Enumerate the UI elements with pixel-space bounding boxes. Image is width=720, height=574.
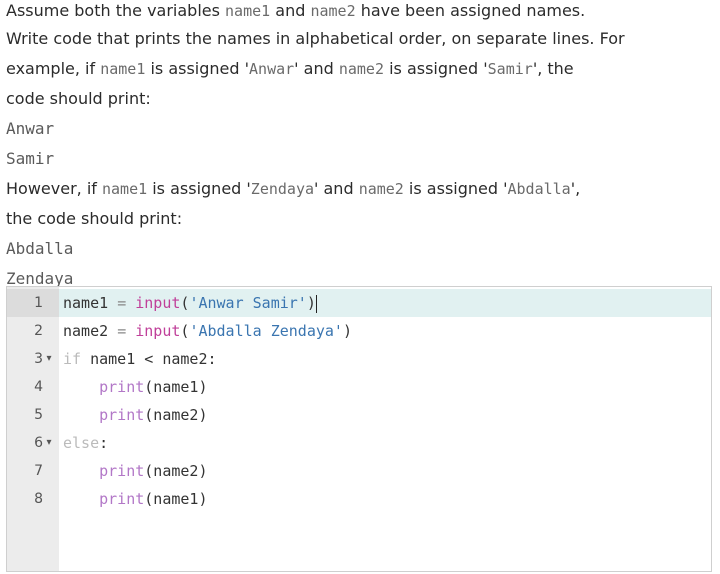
example-output-1a: Anwar <box>6 119 55 138</box>
builtin-function: print <box>99 462 145 480</box>
fold-toggle-icon[interactable]: ▾ <box>43 345 55 373</box>
prompt-text: ' and <box>294 59 339 78</box>
punctuation: : <box>99 434 109 452</box>
prompt-text: have been assigned names. <box>355 1 586 20</box>
code-text[interactable]: name2 = input('Abdalla Zendaya') <box>63 317 352 345</box>
line-number: 6 <box>34 435 43 451</box>
example-output-2a: Abdalla <box>6 239 74 258</box>
prompt-line-2: Write code that prints the names in alph… <box>6 29 625 48</box>
prompt-line-1: Assume both the variables name1 and name… <box>6 0 712 24</box>
expression: name1 < name2: <box>81 350 217 368</box>
var-name2: name2 <box>358 180 404 198</box>
prompt-text: ' and <box>314 179 359 198</box>
question-prompt: Assume both the variables name1 and name… <box>6 0 712 294</box>
example-output-1b: Samir <box>6 149 55 168</box>
paren: ) <box>306 294 316 312</box>
prompt-text: ', the <box>532 59 574 78</box>
prompt-line-6: the code should print: <box>6 209 183 228</box>
var-name2: name2 <box>338 60 384 78</box>
line-number: 1 <box>34 295 43 311</box>
code-text[interactable]: name1 = input('Anwar Samir') <box>63 289 317 317</box>
prompt-text: ', <box>570 179 581 198</box>
prompt-text: is assigned ' <box>147 179 251 198</box>
var-name1: name1 <box>225 2 271 20</box>
value-anwar: Anwar <box>249 60 295 78</box>
var-name1: name1 <box>100 60 146 78</box>
prompt-text: However, if <box>6 179 102 198</box>
builtin-function: input <box>135 294 181 312</box>
line-number: 2 <box>34 323 43 339</box>
builtin-function: print <box>99 378 145 396</box>
operator: = <box>117 322 127 340</box>
arguments: (name1) <box>144 378 208 396</box>
line-number: 8 <box>34 491 43 507</box>
prompt-text: and <box>270 1 311 20</box>
code-line-6[interactable]: 6 ▾ else: <box>34 429 711 457</box>
code-line-3[interactable]: 3 ▾ if name1 < name2: <box>34 345 711 373</box>
builtin-function: print <box>99 490 145 508</box>
text-cursor <box>315 294 317 313</box>
prompt-text: example, if <box>6 59 101 78</box>
operator: = <box>117 294 127 312</box>
code-line-7[interactable]: 7 print(name2) <box>34 457 711 485</box>
builtin-function: print <box>99 406 145 424</box>
keyword: if <box>63 350 82 368</box>
value-abdalla: Abdalla <box>507 180 571 198</box>
var-name2: name2 <box>310 2 356 20</box>
prompt-text: is assigned ' <box>403 179 508 198</box>
arguments: (name1) <box>144 490 208 508</box>
code-text[interactable]: print(name2) <box>63 457 208 485</box>
code-line-5[interactable]: 5 print(name2) <box>34 401 711 429</box>
arguments: (name2) <box>144 462 208 480</box>
line-number: 5 <box>34 407 43 423</box>
var-name1: name1 <box>101 180 148 198</box>
code-text[interactable]: if name1 < name2: <box>63 345 217 373</box>
string-literal: 'Anwar Samir' <box>189 294 307 312</box>
keyword: else <box>63 434 100 452</box>
value-samir: Samir <box>487 60 533 78</box>
code-text[interactable]: print(name2) <box>63 401 208 429</box>
line-number: 7 <box>34 463 43 479</box>
code-text[interactable]: else: <box>63 429 108 457</box>
identifier: name1 <box>63 294 118 312</box>
value-zendaya: Zendaya <box>250 180 315 198</box>
code-line-4[interactable]: 4 print(name1) <box>34 373 711 401</box>
identifier: name2 <box>63 322 118 340</box>
code-editor[interactable]: 1 name1 = input('Anwar Samir') 2 name2 =… <box>6 286 712 572</box>
code-line-1[interactable]: 1 name1 = input('Anwar Samir') <box>7 289 711 317</box>
code-text[interactable]: print(name1) <box>63 485 208 513</box>
prompt-text: is assigned ' <box>384 59 488 78</box>
prompt-line-4: code should print: <box>6 89 151 108</box>
code-area[interactable]: 1 name1 = input('Anwar Samir') 2 name2 =… <box>7 287 711 571</box>
prompt-text: is assigned ' <box>145 59 250 78</box>
code-line-2[interactable]: 2 name2 = input('Abdalla Zendaya') <box>34 317 711 345</box>
prompt-line-5: However, if name1 is assigned 'Zendaya' … <box>6 174 712 204</box>
arguments: (name2) <box>144 406 208 424</box>
builtin-function: input <box>135 322 181 340</box>
prompt-text: Assume both the variables <box>6 1 226 20</box>
paren: ) <box>342 322 352 340</box>
line-number: 4 <box>34 379 43 395</box>
prompt-line-3: example, if name1 is assigned 'Anwar' an… <box>6 54 712 84</box>
line-number: 3 <box>34 351 43 367</box>
code-line-8[interactable]: 8 print(name1) <box>34 485 711 513</box>
string-literal: 'Abdalla Zendaya' <box>189 322 343 340</box>
fold-toggle-icon[interactable]: ▾ <box>43 429 55 457</box>
code-text[interactable]: print(name1) <box>63 373 208 401</box>
